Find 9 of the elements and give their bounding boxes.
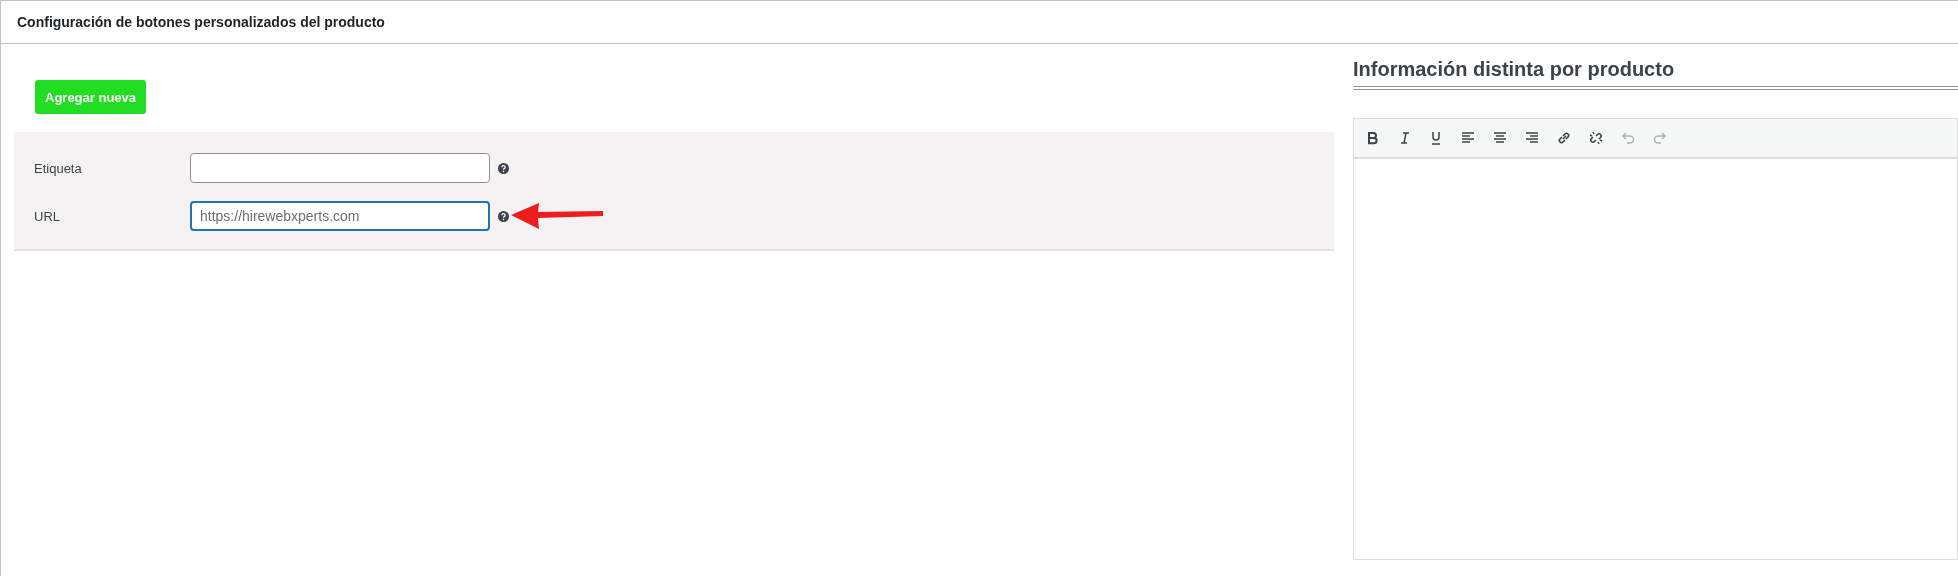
- section-heading: Información distinta por producto: [1353, 58, 1958, 90]
- input-field[interactable]: https://hirewebxperts.com: [190, 201, 490, 231]
- panel-title: Configuración de botones personalizados del producto: [17, 14, 385, 30]
- field-label: URL: [33, 208, 61, 224]
- field-label: Etiqueta: [33, 160, 83, 176]
- help-icon[interactable]: [498, 162, 509, 174]
- input-field[interactable]: [190, 153, 490, 183]
- add-new-button[interactable]: Agregar nueva: [35, 80, 147, 114]
- help-icon[interactable]: [498, 210, 509, 222]
